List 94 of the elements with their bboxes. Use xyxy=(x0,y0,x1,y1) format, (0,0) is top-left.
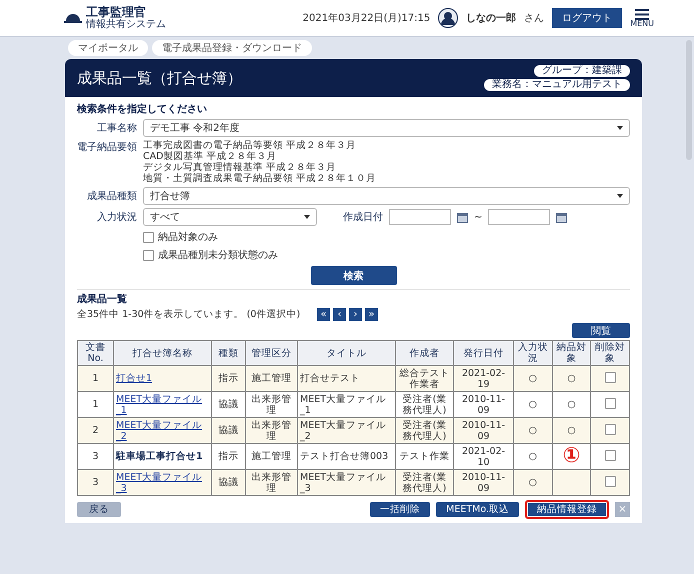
search-heading: 検索条件を指定してください xyxy=(77,102,208,116)
table-cell: 駐車場工事打合せ1 xyxy=(116,451,203,462)
range-separator: ~ xyxy=(474,212,482,222)
checkbox[interactable] xyxy=(143,232,154,242)
search-button[interactable]: 検索 xyxy=(310,266,396,285)
action-button[interactable]: MEETMo.取込 xyxy=(436,502,519,517)
type-select[interactable]: 打合せ簿 xyxy=(143,187,630,205)
user-name: しなの一郎 xyxy=(466,11,516,25)
table-cell: 出来形管理 xyxy=(246,470,298,496)
table-cell: 2 xyxy=(78,418,114,444)
checkbox-label[interactable]: 成果品種別未分類状態のみ xyxy=(158,248,278,262)
column-header: 発行日付 xyxy=(454,340,514,366)
view-button[interactable]: 閲覧 xyxy=(572,323,630,338)
action-button[interactable]: 一括削除 xyxy=(370,502,430,517)
field-label: 作成日付 xyxy=(342,210,383,224)
table-cell: 施工管理 xyxy=(246,366,298,392)
table-cell: ○ xyxy=(567,373,576,384)
table-cell: 出来形管理 xyxy=(246,418,298,444)
info-badge: グループ：建築課 xyxy=(534,65,630,77)
table-cell: MEET大量ファイル_2 xyxy=(298,418,396,444)
field-label: 入力状況 xyxy=(96,210,137,224)
page-title: 成果品一覧（打合せ簿） xyxy=(77,68,243,88)
column-header: 納品対象 xyxy=(552,340,591,366)
table-cell: 3 xyxy=(78,470,114,496)
logo-icon xyxy=(64,13,82,23)
standard-text: デジタル写真管理情報基準 平成２８年３月 xyxy=(143,162,338,173)
result-count: 全35件中 1-30件を表示しています。 (0件選択中) xyxy=(77,308,302,321)
logout-button[interactable]: ログアウト xyxy=(552,8,622,28)
dropdown-caret-icon xyxy=(304,215,310,219)
calendar-icon[interactable] xyxy=(556,212,568,222)
user-avatar-icon xyxy=(438,8,458,28)
status-select[interactable]: すべて xyxy=(143,208,317,226)
field-label: 電子納品要領 xyxy=(77,141,137,154)
table-cell: 2021-02-19 xyxy=(454,366,514,392)
table-cell: 2010-11-09 xyxy=(454,418,514,444)
table-cell: 打合せテスト xyxy=(298,366,396,392)
logo-title: 工事監理官 xyxy=(86,6,147,19)
column-header: 管理区分 xyxy=(246,340,298,366)
standard-text: CAD製図基準 平成２８年３月 xyxy=(143,151,278,162)
checkbox[interactable] xyxy=(143,250,154,260)
pager-button[interactable]: › xyxy=(349,308,362,321)
table-cell: ○ xyxy=(514,418,552,444)
dropdown-caret-icon xyxy=(617,194,623,198)
column-header: 削除対象 xyxy=(590,340,630,366)
user-suffix: さん xyxy=(524,12,544,25)
table-cell: 1 xyxy=(78,366,114,392)
checkbox[interactable] xyxy=(604,424,616,434)
table-cell: ○ xyxy=(567,399,576,410)
pager-button[interactable]: ‹ xyxy=(333,308,346,321)
scrollbar[interactable] xyxy=(686,40,692,160)
column-header: 作成者 xyxy=(396,340,454,366)
column-header: 文書No. xyxy=(78,340,114,366)
column-header: 入力状況 xyxy=(514,340,552,366)
field-label: 工事名称 xyxy=(96,122,137,135)
checkbox[interactable] xyxy=(604,372,616,382)
column-header: 打合せ簿名称 xyxy=(114,340,212,366)
info-badge: 業務名：マニュアル用テスト xyxy=(484,79,630,91)
annotation-number: ① xyxy=(562,445,580,466)
table-cell: 総合テスト作業者 xyxy=(396,366,454,392)
pager-button[interactable]: » xyxy=(365,308,378,321)
date-from-field[interactable] xyxy=(389,209,451,225)
back-button[interactable]: 戻る xyxy=(77,502,121,517)
column-header: タイトル xyxy=(298,340,396,366)
table-cell: ○ xyxy=(514,366,552,392)
standard-text: 地質・土質調査成果電子納品要領 平成２８年１０月 xyxy=(143,173,376,184)
table-cell: ○ xyxy=(514,470,552,496)
table-cell: MEET大量ファイル_3 xyxy=(298,470,396,496)
table-cell: 2010-11-09 xyxy=(454,470,514,496)
logo-subtitle: 情報共有システム xyxy=(86,19,166,30)
column-header: 種類 xyxy=(212,340,246,366)
field-label: 成果品種類 xyxy=(86,190,137,203)
standard-text: 工事完成図書の電子納品等要領 平成２８年３月 xyxy=(143,140,358,151)
action-button[interactable]: 納品情報登録 xyxy=(525,500,609,519)
menu-icon[interactable] xyxy=(635,8,650,20)
table-cell: ○ xyxy=(567,425,576,436)
table-cell: 指示 xyxy=(212,366,246,392)
calendar-icon[interactable] xyxy=(457,212,468,222)
table-cell: 受注者(業務代理人) xyxy=(396,470,454,496)
table-cell: 受注者(業務代理人) xyxy=(396,418,454,444)
date-to-field[interactable] xyxy=(488,209,550,225)
project-select[interactable]: デモ工事 令和2年度 xyxy=(143,119,630,137)
checkbox[interactable] xyxy=(604,398,616,408)
table-cell: 協議 xyxy=(212,470,246,496)
dropdown-caret-icon xyxy=(617,126,623,130)
breadcrumb-item[interactable]: マイポータル xyxy=(68,40,148,56)
list-heading: 成果品一覧 xyxy=(77,292,128,306)
checkbox-label[interactable]: 納品対象のみ xyxy=(158,230,218,244)
menu-label: MENU xyxy=(630,20,654,28)
pager-button[interactable]: « xyxy=(317,308,330,321)
checkbox[interactable] xyxy=(604,476,616,486)
datetime: 2021年03月22日(月)17:15 xyxy=(302,12,430,25)
breadcrumb-item[interactable]: 電子成果品登録・ダウンロード xyxy=(152,40,312,56)
checkbox[interactable] xyxy=(604,450,616,460)
table-cell: 協議 xyxy=(212,418,246,444)
